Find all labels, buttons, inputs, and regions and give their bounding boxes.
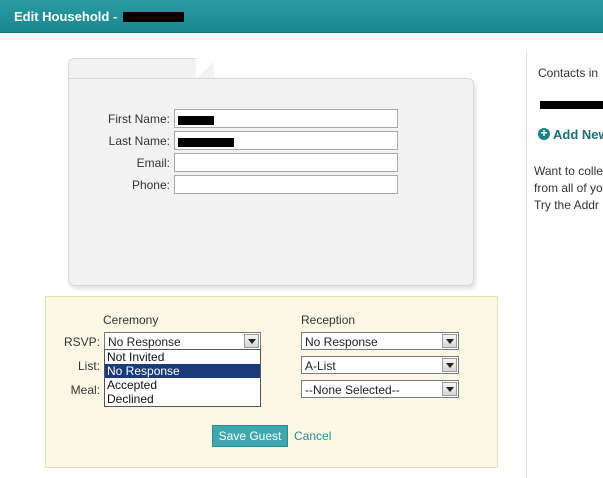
ceremony-heading: Ceremony	[103, 313, 159, 327]
redacted-household-name	[123, 12, 184, 22]
redacted-last-name	[178, 137, 234, 147]
dropdown-option-highlighted[interactable]: No Response	[105, 364, 260, 378]
chevron-down-icon[interactable]	[442, 358, 457, 372]
rsvp-row-label: RSVP:	[63, 335, 100, 349]
contacts-in-text: Contacts in	[538, 66, 599, 80]
reception-list-select[interactable]: A-List	[301, 356, 459, 374]
redacted-first-name	[178, 115, 214, 125]
sidebar-info-line: Want to colle	[534, 164, 603, 178]
last-name-label: Last Name:	[108, 134, 170, 148]
list-row-label: List:	[77, 359, 100, 373]
reception-rsvp-select[interactable]: No Response	[301, 332, 459, 350]
sidebar-divider	[526, 52, 527, 478]
last-name-field[interactable]	[174, 131, 398, 150]
phone-field[interactable]	[174, 175, 398, 194]
chevron-down-icon[interactable]	[442, 382, 457, 396]
reception-meal-value: --None Selected--	[305, 383, 400, 397]
first-name-field[interactable]	[174, 109, 398, 128]
ceremony-rsvp-dropdown-list: Not Invited No Response Accepted Decline…	[104, 349, 261, 407]
email-label: Email:	[136, 156, 170, 170]
chevron-down-icon[interactable]	[244, 334, 259, 348]
plus-circle-icon[interactable]: +	[538, 127, 550, 140]
window-titlebar: Edit Household -	[0, 0, 603, 33]
phone-label: Phone:	[131, 178, 170, 192]
ceremony-rsvp-value: No Response	[108, 335, 181, 349]
cancel-link[interactable]: Cancel	[294, 429, 331, 443]
dropdown-option[interactable]: Declined	[105, 392, 260, 406]
reception-list-value: A-List	[305, 359, 336, 373]
reception-heading: Reception	[301, 313, 356, 327]
meal-row-label: Meal:	[70, 383, 100, 397]
chevron-down-icon[interactable]	[442, 334, 457, 348]
window-title: Edit Household -	[14, 9, 118, 24]
sidebar-info-line: from all of yo	[534, 181, 603, 195]
redacted-contact-name	[540, 101, 603, 109]
sidebar-info-line: Try the Addr	[534, 198, 599, 212]
reception-meal-select[interactable]: --None Selected--	[301, 380, 459, 398]
save-guest-button[interactable]: Save Guest	[212, 425, 288, 447]
dropdown-option[interactable]: Not Invited	[105, 350, 260, 364]
first-name-label: First Name:	[107, 112, 170, 126]
ceremony-rsvp-select[interactable]: No Response	[104, 332, 261, 350]
add-new-link[interactable]: Add New	[553, 127, 603, 142]
email-field[interactable]	[174, 153, 398, 172]
dropdown-option[interactable]: Accepted	[105, 378, 260, 392]
reception-rsvp-value: No Response	[305, 335, 378, 349]
